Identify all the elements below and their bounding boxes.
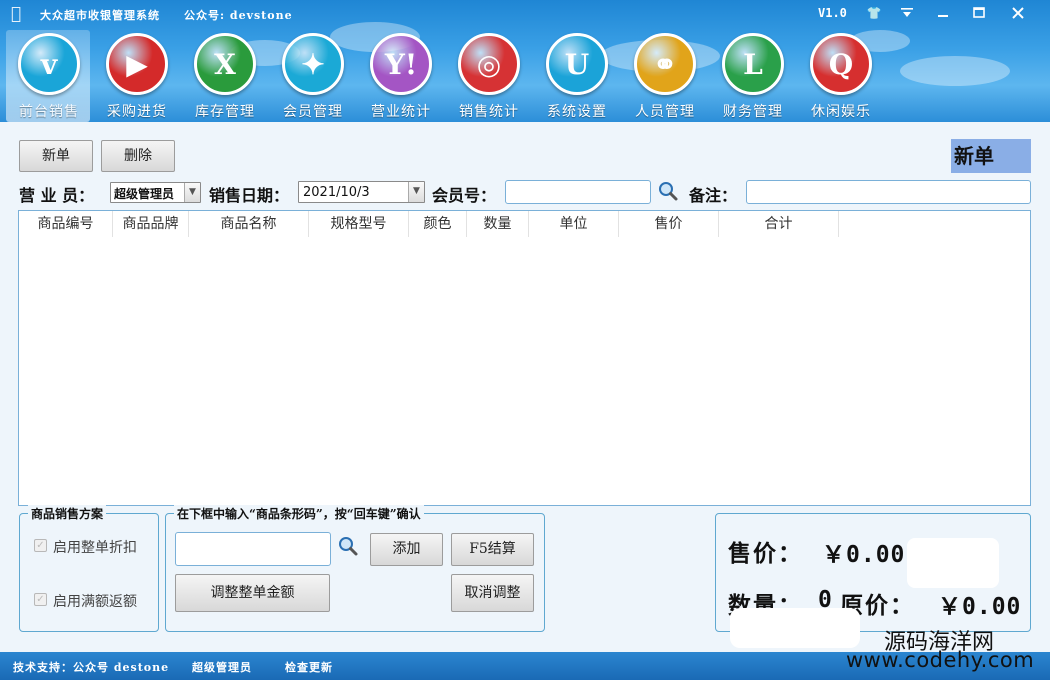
nav-item-3[interactable]: ✦ 会员管理: [270, 30, 354, 122]
app-account: 公众号: devstone: [184, 9, 293, 22]
salesperson-select[interactable]: 超级管理员 ▼: [110, 182, 201, 203]
weibo-icon: ◎: [458, 33, 520, 95]
column-header[interactable]: 商品编号: [19, 211, 113, 237]
column-header[interactable]: 售价: [619, 211, 719, 237]
youtube-icon: ▶: [106, 33, 168, 95]
sparkle-icon: ✦: [282, 33, 344, 95]
v-icon: v: [18, 33, 80, 95]
sales-items-table[interactable]: 商品编号 商品品牌 商品名称 规格型号 颜色 数量 单位 售价 合计: [18, 210, 1031, 506]
nav-item-6[interactable]: U 系统设置: [534, 30, 618, 122]
apple-logo-icon: : [6, 4, 26, 24]
remark-label: 备注：: [689, 186, 738, 205]
watermark-url: www.codehy.com: [846, 648, 1035, 672]
cancel-adjust-button[interactable]: 取消调整: [451, 574, 534, 612]
nav-item-2[interactable]: X 库存管理: [182, 30, 266, 122]
current-user: 超级管理员: [192, 661, 252, 674]
full-return-checkbox[interactable]: ✓: [34, 593, 47, 606]
app-title: 大众超市收银管理系统: [40, 9, 160, 22]
remark-input[interactable]: [746, 180, 1031, 204]
masked-area: [907, 538, 999, 588]
column-header[interactable]: 商品名称: [189, 211, 309, 237]
close-icon[interactable]: [998, 4, 1038, 22]
nav-label: 库存管理: [195, 104, 255, 120]
sales-plan-title: 商品销售方案: [28, 505, 107, 522]
column-header[interactable]: 数量: [467, 211, 529, 237]
barcode-search-icon[interactable]: [337, 535, 359, 557]
nav-label: 人员管理: [635, 104, 695, 120]
check-update-link[interactable]: 检查更新: [285, 659, 333, 675]
yahoo-icon: Y!: [370, 33, 432, 95]
original-price-value: ￥0.00: [938, 594, 1022, 620]
column-header[interactable]: 单位: [529, 211, 619, 237]
salesperson-label: 营 业 员：: [19, 186, 95, 205]
adjust-total-button[interactable]: 调整整单金额: [175, 574, 330, 612]
title-bar:  大众超市收银管理系统 公众号: devstone V1.0 👕: [0, 0, 1050, 28]
nav-label: 系统设置: [547, 104, 607, 120]
whole-discount-label: 启用整单折扣: [53, 540, 137, 556]
sale-date-label: 销售日期：: [209, 186, 290, 205]
menu-dropdown-icon[interactable]: [890, 4, 924, 22]
search-icon[interactable]: [657, 180, 679, 202]
version-label: V1.0: [818, 6, 847, 20]
member-input[interactable]: [505, 180, 651, 204]
nav-label: 会员管理: [283, 104, 343, 120]
nav-item-7[interactable]: ⚭ 人员管理: [622, 30, 706, 122]
price-label: 售价：: [728, 540, 803, 567]
full-return-label: 启用满额返额: [53, 594, 137, 610]
app-window:  大众超市收银管理系统 公众号: devstone V1.0 👕 v 前台销售 ▶…: [0, 0, 1050, 680]
chain-icon: ⚭: [634, 33, 696, 95]
nav-label: 销售统计: [459, 104, 519, 120]
nav-label: 营业统计: [371, 104, 431, 120]
column-header[interactable]: 规格型号: [309, 211, 409, 237]
table-header: 商品编号 商品品牌 商品名称 规格型号 颜色 数量 单位 售价 合计: [19, 211, 1030, 237]
u-icon: U: [546, 33, 608, 95]
new-order-button[interactable]: 新单: [19, 140, 93, 172]
sale-date-value: 2021/10/3: [303, 185, 370, 200]
member-label: 会员号：: [432, 186, 497, 205]
barcode-input[interactable]: [175, 532, 331, 566]
nav-label: 休闲娱乐: [811, 104, 871, 120]
whole-discount-checkbox[interactable]: ✓: [34, 539, 47, 552]
xing-icon: X: [194, 33, 256, 95]
support-text: 技术支持：公众号 destone: [13, 661, 170, 674]
minimize-icon[interactable]: [926, 4, 960, 22]
nav-label: 采购进货: [107, 104, 167, 120]
column-header[interactable]: 合计: [719, 211, 839, 237]
nav-item-8[interactable]: L 财务管理: [710, 30, 794, 122]
maximize-icon[interactable]: [962, 4, 996, 22]
l-icon: L: [722, 33, 784, 95]
checkout-button[interactable]: F5结算: [451, 533, 534, 566]
sales-plan-group: 商品销售方案 ✓ 启用整单折扣 ✓ 启用满额返额: [19, 505, 159, 632]
sale-date-picker[interactable]: 2021/10/3 ▼: [298, 181, 425, 203]
order-mode-label: 新单: [951, 139, 1031, 173]
price-value: ￥0.00: [822, 542, 906, 568]
barcode-title: 在下框中输入“商品条形码”，按“回车键”确认: [174, 505, 424, 522]
salesperson-value: 超级管理员: [114, 187, 175, 201]
nav-item-9[interactable]: Q 休闲娱乐: [798, 30, 882, 122]
nav-label: 财务管理: [723, 104, 783, 120]
q-icon: Q: [810, 33, 872, 95]
column-header[interactable]: 商品品牌: [113, 211, 189, 237]
chevron-down-icon[interactable]: ▼: [408, 182, 424, 202]
nav-label: 前台销售: [19, 104, 79, 120]
chevron-down-icon[interactable]: ▼: [184, 183, 200, 202]
skin-shirt-icon[interactable]: 👕: [866, 4, 882, 22]
column-header[interactable]: 颜色: [409, 211, 467, 237]
nav-item-5[interactable]: ◎ 销售统计: [446, 30, 530, 122]
nav-item-4[interactable]: Y! 营业统计: [358, 30, 442, 122]
barcode-group: 在下框中输入“商品条形码”，按“回车键”确认 添加 F5结算 调整整单金额 取消…: [165, 505, 545, 632]
nav-item-0[interactable]: v 前台销售: [6, 30, 90, 122]
delete-button[interactable]: 删除: [101, 140, 175, 172]
top-banner:  大众超市收银管理系统 公众号: devstone V1.0 👕 v 前台销售 ▶…: [0, 0, 1050, 122]
masked-area: [730, 608, 860, 648]
add-button[interactable]: 添加: [370, 533, 443, 566]
nav-item-1[interactable]: ▶ 采购进货: [94, 30, 178, 122]
